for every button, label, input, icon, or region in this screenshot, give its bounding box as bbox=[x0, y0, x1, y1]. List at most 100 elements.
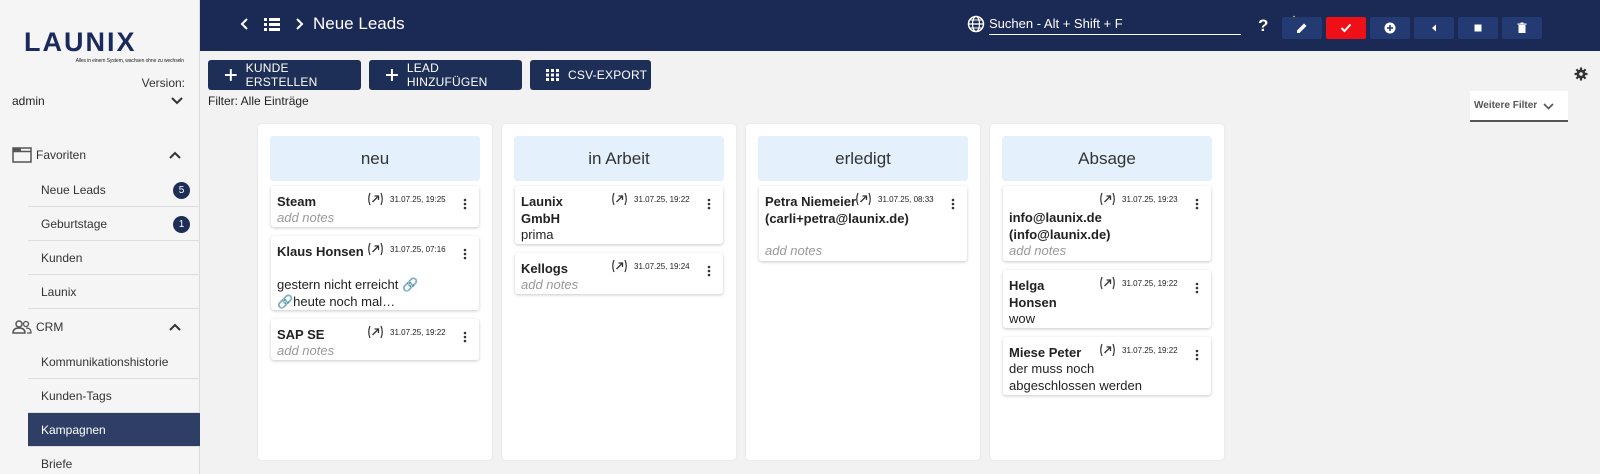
create-customer-button[interactable]: KUNDE ERSTELLEN bbox=[208, 60, 361, 90]
card-notes[interactable]: add notes bbox=[521, 276, 691, 293]
card-date: 31.07.25, 19:22 bbox=[634, 194, 690, 204]
lead-card[interactable]: Miese Peter 31.07.25, 19:22 der muss noc… bbox=[1003, 337, 1211, 395]
lead-card[interactable]: SAP SE 31.07.25, 19:22 add notes bbox=[271, 319, 479, 360]
edit-button[interactable] bbox=[1282, 17, 1322, 39]
sidebar-item-label: Kampagnen bbox=[41, 422, 106, 437]
card-meta: 31.07.25, 19:23 bbox=[1099, 192, 1178, 206]
card-meta: 31.07.25, 19:22 bbox=[1099, 343, 1178, 357]
lead-card[interactable]: Launix GmbH 31.07.25, 19:22 prima bbox=[515, 186, 723, 244]
card-title: SAP SE bbox=[277, 327, 325, 342]
add-button[interactable] bbox=[1370, 17, 1410, 39]
open-link-icon[interactable] bbox=[611, 259, 628, 273]
check-icon bbox=[1340, 23, 1352, 33]
card-notes[interactable]: add notes bbox=[277, 209, 447, 226]
open-link-icon[interactable] bbox=[367, 192, 384, 206]
card-date: 31.07.25, 19:23 bbox=[1122, 194, 1178, 204]
more-vertical-icon[interactable] bbox=[463, 331, 467, 343]
card-notes[interactable]: add notes bbox=[1009, 242, 1179, 259]
card-notes[interactable]: add notes bbox=[765, 242, 935, 259]
lead-card[interactable]: Helga Honsen 31.07.25, 19:22 wow bbox=[1003, 270, 1211, 328]
card-date: 31.07.25, 19:25 bbox=[390, 194, 446, 204]
more-vertical-icon[interactable] bbox=[1195, 349, 1199, 361]
sidebar-item-kunden[interactable]: Kunden bbox=[28, 241, 200, 275]
sidebar-item-label: Geburtstage bbox=[41, 216, 108, 231]
stop-button[interactable] bbox=[1458, 17, 1498, 39]
chevron-right-icon[interactable] bbox=[294, 17, 306, 31]
chevron-left-icon[interactable] bbox=[238, 17, 250, 31]
card-meta: 31.07.25, 19:22 bbox=[611, 192, 690, 206]
open-link-icon[interactable] bbox=[367, 325, 384, 339]
back-button[interactable] bbox=[1414, 17, 1454, 39]
lead-card[interactable]: 31.07.25, 19:23 info@launix.de (info@lau… bbox=[1003, 186, 1211, 261]
sidebar-section-label: Favoriten bbox=[36, 148, 87, 162]
sidebar-item-neue-leads[interactable]: Neue Leads 5 bbox=[28, 173, 200, 207]
card-meta: 31.07.25, 08:33 bbox=[855, 192, 934, 206]
sidebar-item-kampagnen[interactable]: Kampagnen bbox=[28, 413, 200, 447]
sidebar-item-briefe[interactable]: Briefe bbox=[28, 447, 200, 474]
search-input[interactable] bbox=[989, 13, 1241, 35]
open-link-icon[interactable] bbox=[1099, 276, 1116, 290]
sidebar-item-label: Launix bbox=[41, 284, 77, 299]
more-vertical-icon[interactable] bbox=[1195, 198, 1199, 210]
board-column-erledigt: erledigt Petra Niemeier (carli+petra@lau… bbox=[746, 124, 980, 460]
csv-export-button[interactable]: CSV-EXPORT bbox=[530, 60, 651, 90]
filter-status: Filter: Alle Einträge bbox=[208, 94, 309, 108]
more-vertical-icon[interactable] bbox=[951, 198, 955, 210]
card-date: 31.07.25, 08:33 bbox=[878, 194, 934, 204]
open-link-icon[interactable] bbox=[855, 192, 872, 206]
lead-card[interactable]: Steam 31.07.25, 19:25 add notes bbox=[271, 186, 479, 227]
top-bar: Neue Leads ? bbox=[200, 0, 1600, 51]
more-vertical-icon[interactable] bbox=[707, 198, 711, 210]
sidebar-item-kommunikationshistorie[interactable]: Kommunikationshistorie bbox=[28, 345, 200, 379]
more-vertical-icon[interactable] bbox=[707, 265, 711, 277]
chevron-up-icon[interactable] bbox=[168, 321, 182, 333]
sidebar-item-geburtstage[interactable]: Geburtstage 1 bbox=[28, 207, 200, 241]
card-title: Klaus Honsen bbox=[277, 244, 364, 259]
add-lead-button[interactable]: LEAD HINZUFÜGEN bbox=[369, 60, 522, 90]
confirm-button[interactable] bbox=[1326, 17, 1366, 39]
card-title: Miese Peter bbox=[1009, 345, 1082, 360]
sidebar-section-crm[interactable]: CRM bbox=[0, 310, 200, 344]
more-vertical-icon[interactable] bbox=[1195, 282, 1199, 294]
more-filters-dropdown[interactable]: Weitere Filter bbox=[1470, 91, 1568, 122]
grid-icon bbox=[546, 69, 559, 81]
card-notes[interactable]: der muss noch abgeschlossen werden bbox=[1009, 360, 1159, 394]
page-title: Neue Leads bbox=[313, 14, 405, 33]
card-notes[interactable]: prima bbox=[521, 226, 691, 243]
more-vertical-icon[interactable] bbox=[463, 198, 467, 210]
chevron-up-icon[interactable] bbox=[168, 149, 182, 161]
list-icon[interactable] bbox=[264, 16, 280, 32]
card-notes[interactable]: add notes bbox=[277, 342, 447, 359]
add-lead-label: LEAD HINZUFÜGEN bbox=[406, 61, 488, 89]
plus-icon bbox=[385, 69, 398, 81]
open-link-icon[interactable] bbox=[1099, 192, 1116, 206]
lead-card[interactable]: Kellogs 31.07.25, 19:24 add notes bbox=[515, 253, 723, 294]
card-notes[interactable]: gestern nicht erreicht 🔗 🔗heute noch mal… bbox=[277, 276, 437, 310]
board-column-in-arbeit: in Arbeit Launix GmbH 31.07.25, 19:22 pr… bbox=[502, 124, 736, 460]
help-button[interactable]: ? bbox=[1258, 16, 1268, 36]
sidebar-item-label: Kunden-Tags bbox=[41, 388, 112, 403]
chevron-down-icon[interactable] bbox=[170, 94, 184, 108]
sidebar-item-kunden-tags[interactable]: Kunden-Tags bbox=[28, 379, 200, 413]
card-title: info@launix.de (info@launix.de) bbox=[1009, 210, 1111, 242]
gear-icon[interactable] bbox=[1574, 67, 1588, 81]
sidebar-item-launix[interactable]: Launix bbox=[28, 275, 200, 309]
lead-card[interactable]: Petra Niemeier (carli+petra@launix.de) 3… bbox=[759, 186, 967, 261]
sidebar-section-favoriten[interactable]: Favoriten bbox=[0, 138, 200, 172]
delete-button[interactable] bbox=[1502, 17, 1542, 39]
open-link-icon[interactable] bbox=[1099, 343, 1116, 357]
user-selector[interactable]: admin bbox=[12, 94, 45, 108]
card-date: 31.07.25, 19:24 bbox=[634, 261, 690, 271]
card-date: 31.07.25, 07:16 bbox=[390, 244, 446, 254]
open-link-icon[interactable] bbox=[367, 242, 384, 256]
launix-logo[interactable]: LAUNIX Alles in einem System, wachsen oh… bbox=[24, 28, 184, 64]
column-header: in Arbeit bbox=[514, 136, 724, 181]
card-date: 31.07.25, 19:22 bbox=[1122, 278, 1178, 288]
lead-card[interactable]: Klaus Honsen 31.07.25, 07:16 gestern nic… bbox=[271, 236, 479, 310]
open-link-icon[interactable] bbox=[611, 192, 628, 206]
more-vertical-icon[interactable] bbox=[463, 248, 467, 260]
card-notes[interactable]: wow bbox=[1009, 310, 1179, 327]
plus-icon bbox=[224, 69, 237, 81]
sidebar-item-label: Neue Leads bbox=[41, 182, 106, 197]
card-date: 31.07.25, 19:22 bbox=[390, 327, 446, 337]
